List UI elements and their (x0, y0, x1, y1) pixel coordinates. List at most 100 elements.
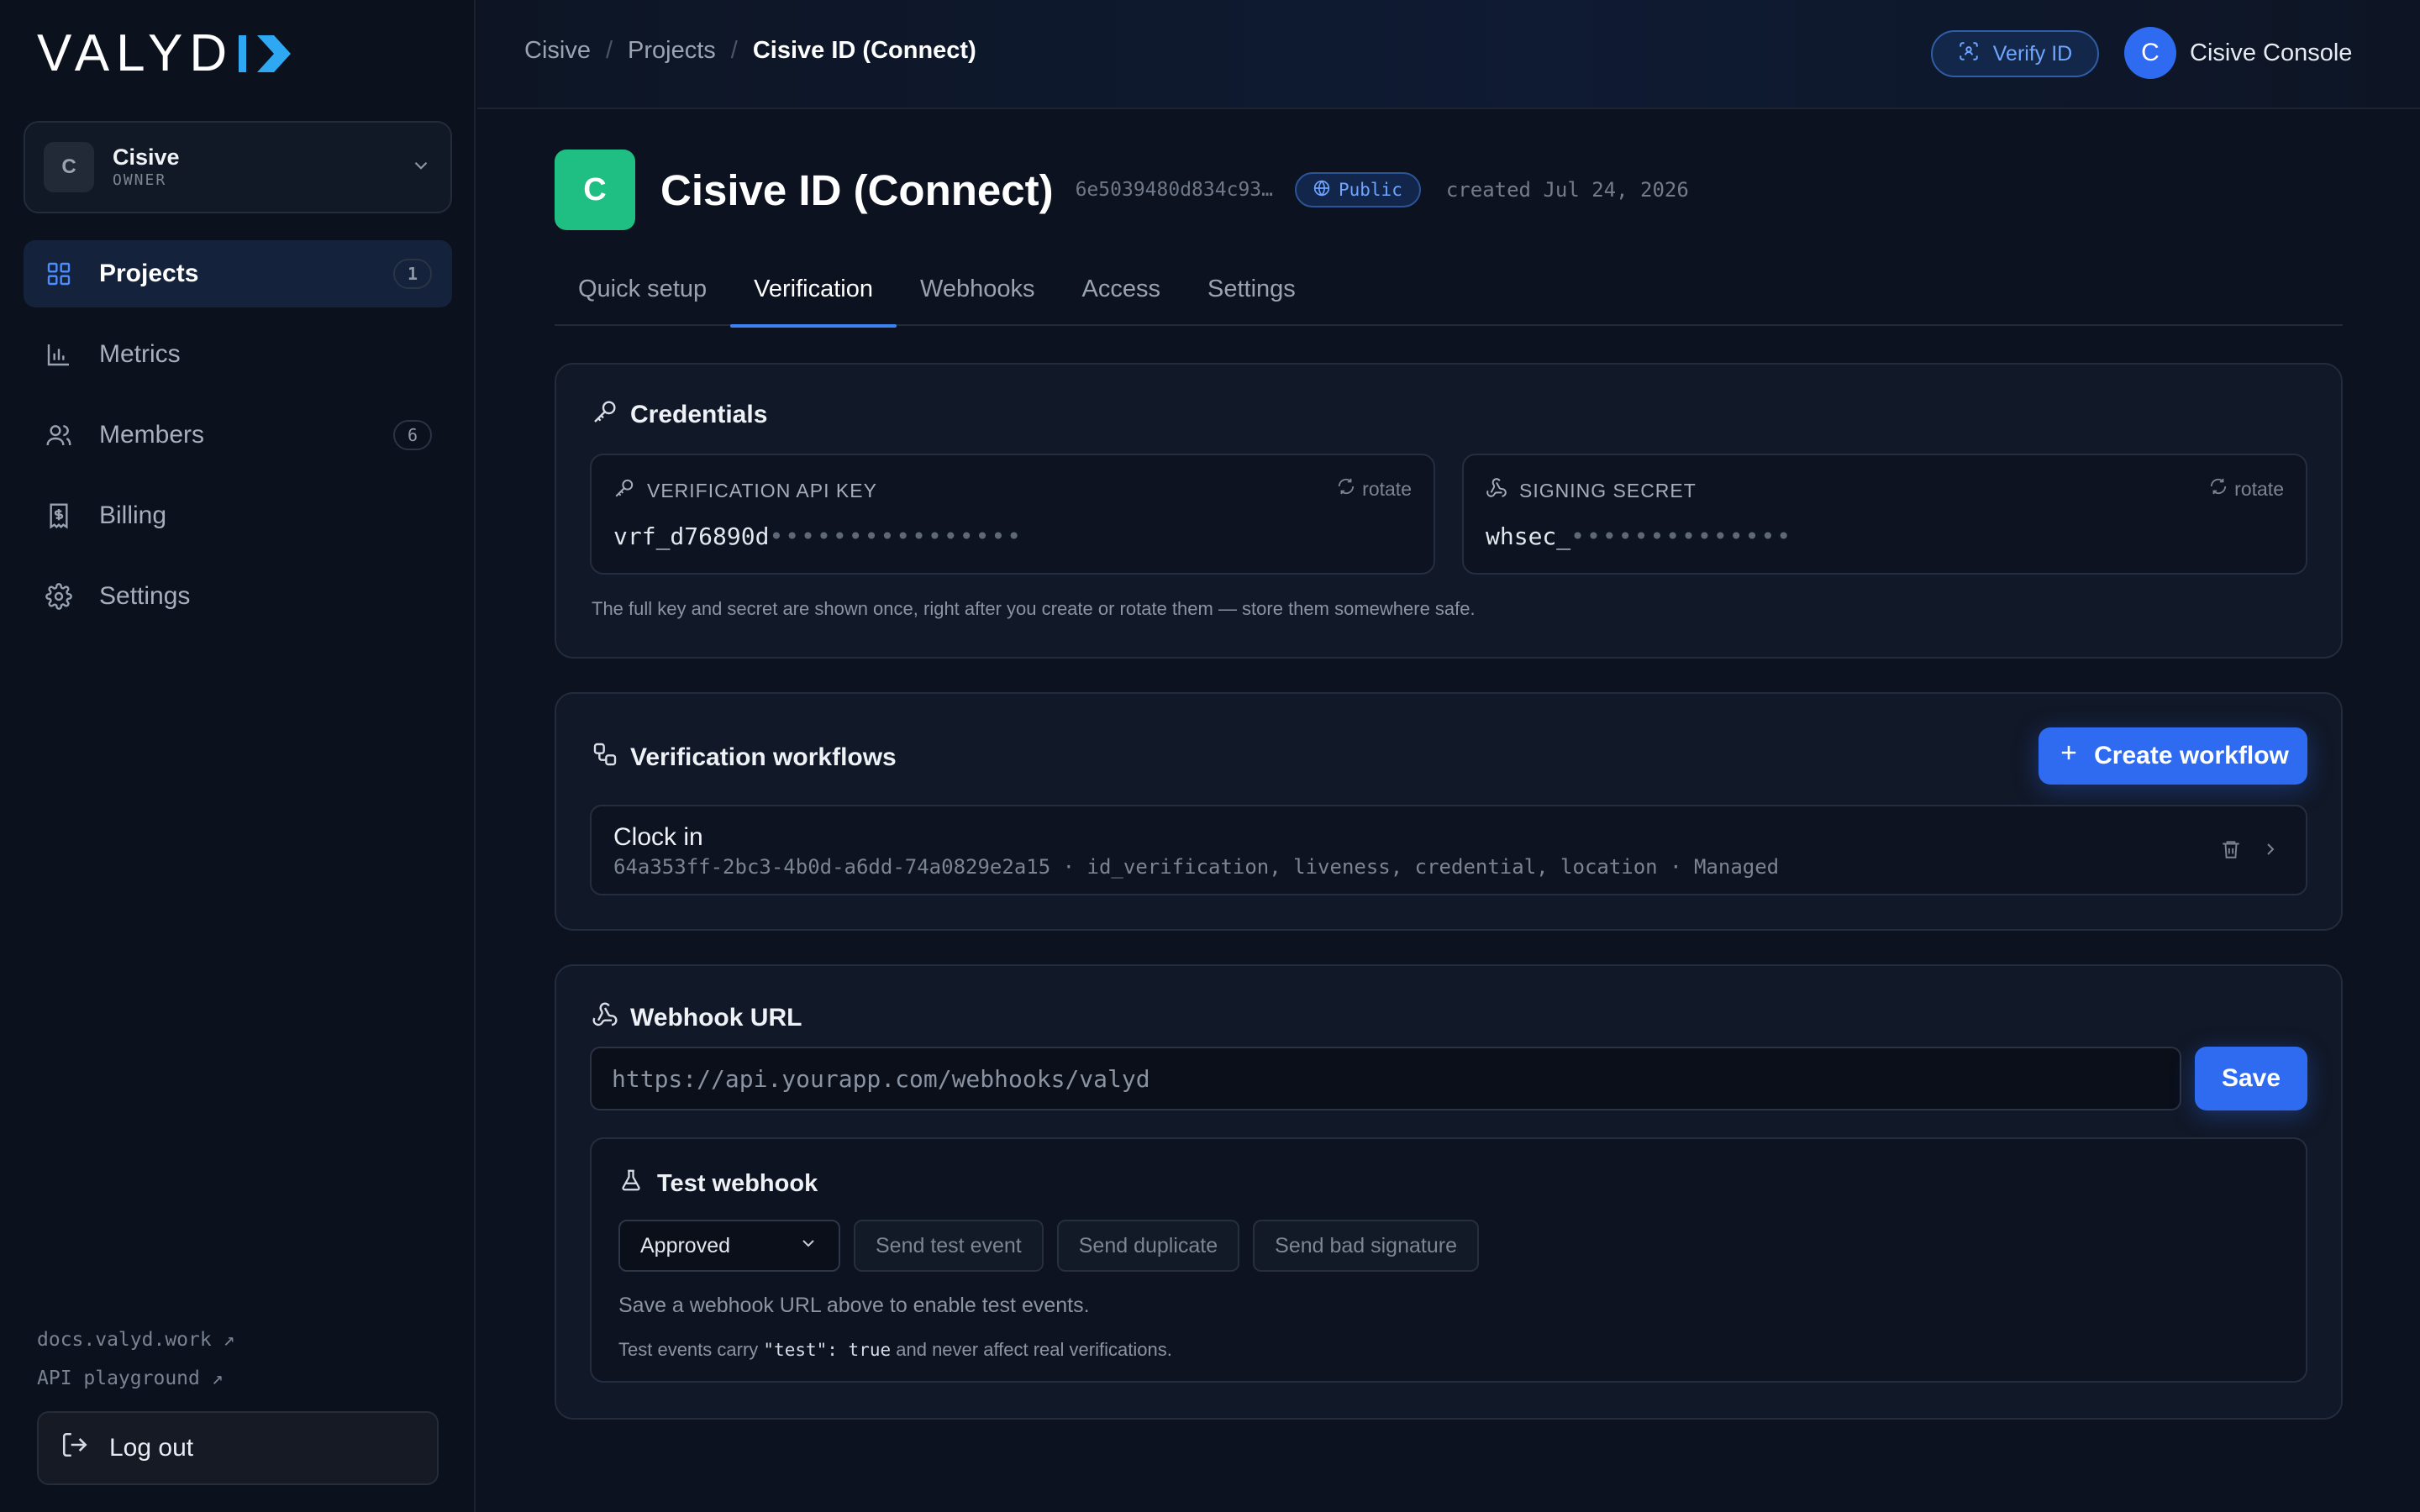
tab-webhooks[interactable]: Webhooks (897, 267, 1059, 326)
grid-icon (44, 259, 74, 289)
note-prefix: Test events carry (618, 1339, 759, 1360)
project-avatar: C (555, 150, 635, 230)
breadcrumb-projects[interactable]: Projects (628, 37, 716, 65)
workflows-card: Verification workflows Create workflow C… (555, 692, 2343, 931)
trash-icon[interactable] (2220, 838, 2242, 860)
credentials-title: Credentials (630, 401, 768, 428)
logout-icon (60, 1431, 89, 1466)
test-webhook-panel: Test webhook Approved Send test event Se… (590, 1137, 2307, 1383)
sidebar-links: docs.valyd.work ↗ API playground ↗ (37, 1320, 234, 1398)
org-switcher[interactable]: C Cisive OWNER (24, 121, 452, 213)
test-webhook-hint: Save a webhook URL above to enable test … (618, 1294, 1090, 1317)
api-playground-link[interactable]: API playground ↗ (37, 1359, 234, 1398)
webhook-url-input[interactable] (590, 1047, 2181, 1110)
scan-icon (1958, 40, 1980, 68)
breadcrumb-separator: / (605, 37, 613, 64)
members-count-badge: 6 (393, 420, 432, 450)
workflows-heading: Verification workflows (592, 741, 897, 774)
signing-secret-label: SIGNING SECRET (1486, 477, 1697, 504)
org-name: Cisive (113, 144, 180, 170)
bar-chart-icon (44, 339, 74, 370)
signing-secret-box: SIGNING SECRET rotate whsec_••••••••••••… (1462, 454, 2307, 575)
breadcrumb-current: Cisive ID (Connect) (752, 37, 976, 64)
event-type-select[interactable]: Approved (618, 1220, 840, 1272)
api-key-box: VERIFICATION API KEY rotate vrf_d76890d•… (590, 454, 1435, 575)
test-webhook-heading: Test webhook (618, 1168, 818, 1200)
logo-wordmark: VALYD (37, 24, 234, 82)
tab-access[interactable]: Access (1059, 267, 1184, 326)
rotate-label: rotate (1362, 477, 1412, 500)
logo-id-mark-icon (239, 32, 292, 76)
globe-icon (1313, 179, 1330, 201)
sidebar-item-billing[interactable]: Billing (24, 482, 452, 549)
sidebar-nav: Projects 1 Metrics Members 6 Billing Set… (24, 240, 452, 643)
project-tabs: Quick setup Verification Webhooks Access… (555, 267, 2343, 328)
api-key-prefix: vrf_d76890d (613, 522, 770, 550)
workflow-icon (592, 741, 618, 774)
note-code: "test": true (763, 1340, 892, 1360)
receipt-dollar-icon (44, 501, 74, 531)
chevron-down-icon (410, 155, 432, 181)
rotate-signing-secret-button[interactable]: rotate (2209, 477, 2284, 501)
test-webhook-title: Test webhook (657, 1169, 818, 1197)
refresh-icon (1337, 477, 1355, 501)
docs-link[interactable]: docs.valyd.work ↗ (37, 1320, 234, 1359)
visibility-label: Public (1338, 180, 1402, 200)
signing-secret-mask: •••••••••••••• (1570, 522, 1793, 550)
create-workflow-button[interactable]: Create workflow (2039, 727, 2307, 785)
sidebar-item-label: Billing (99, 501, 167, 529)
webhook-icon (1486, 477, 1507, 504)
signing-secret-prefix: whsec_ (1486, 522, 1571, 550)
breadcrumb-org[interactable]: Cisive (524, 37, 591, 65)
create-workflow-label: Create workflow (2094, 742, 2289, 769)
rotate-api-key-button[interactable]: rotate (1337, 477, 1412, 501)
sidebar: VALYD C Cisive OWNER Projects 1 Metrics … (0, 0, 476, 1512)
credentials-heading: Credentials (592, 398, 767, 432)
tab-quick-setup[interactable]: Quick setup (555, 267, 730, 326)
breadcrumb-separator: / (730, 37, 738, 64)
org-avatar: C (44, 142, 94, 192)
avatar: C (2124, 27, 2176, 79)
test-webhook-note: Test events carry "test": true and never… (618, 1339, 1172, 1361)
sidebar-item-projects[interactable]: Projects 1 (24, 240, 452, 307)
project-header: C Cisive ID (Connect) 6e5039480d834c93… … (555, 150, 2344, 230)
user-name: Cisive Console (2190, 39, 2353, 66)
org-role: OWNER (113, 171, 167, 189)
top-bar: Cisive / Projects / Cisive ID (Connect) … (477, 0, 2420, 109)
signing-secret-value: whsec_•••••••••••••• (1486, 522, 1792, 550)
credentials-note: The full key and secret are shown once, … (592, 598, 1476, 619)
sidebar-item-label: Metrics (99, 340, 181, 368)
send-test-event-button[interactable]: Send test event (854, 1220, 1044, 1272)
verify-id-label: Verify ID (1992, 41, 2073, 66)
webhook-heading: Webhook URL (592, 1001, 802, 1035)
chevron-right-icon (2260, 839, 2281, 859)
list-item[interactable]: Clock in 64a353ff-2bc3-4b0d-a6dd-74a0829… (590, 805, 2307, 895)
sidebar-item-metrics[interactable]: Metrics (24, 321, 452, 388)
project-id[interactable]: 6e5039480d834c93… (1076, 179, 1273, 201)
chevron-down-icon (798, 1233, 818, 1259)
sidebar-item-settings[interactable]: Settings (24, 563, 452, 630)
rotate-label: rotate (2234, 477, 2284, 500)
sidebar-item-members[interactable]: Members 6 (24, 402, 452, 469)
send-bad-signature-button[interactable]: Send bad signature (1253, 1220, 1479, 1272)
send-duplicate-button[interactable]: Send duplicate (1056, 1220, 1240, 1272)
gear-icon (44, 581, 74, 612)
visibility-badge: Public (1294, 172, 1421, 207)
api-key-label: VERIFICATION API KEY (613, 477, 877, 504)
logout-button[interactable]: Log out (37, 1411, 439, 1485)
projects-count-badge: 1 (393, 259, 432, 289)
api-key-value: vrf_d76890d•••••••••••••••• (613, 522, 1023, 550)
user-menu[interactable]: C Cisive Console (2124, 27, 2352, 79)
verify-id-button[interactable]: Verify ID (1931, 30, 2099, 77)
page-title: Cisive ID (Connect) (660, 165, 1054, 214)
save-button[interactable]: Save (2195, 1047, 2307, 1110)
webhook-icon (592, 1001, 618, 1035)
workflow-name: Clock in (613, 823, 703, 851)
valyd-logo[interactable]: VALYD (37, 24, 292, 82)
workflows-title: Verification workflows (630, 743, 897, 771)
sidebar-item-label: Projects (99, 260, 199, 287)
tab-settings[interactable]: Settings (1184, 267, 1319, 326)
tab-verification[interactable]: Verification (730, 267, 897, 328)
webhook-title: Webhook URL (630, 1004, 802, 1032)
created-date: created Jul 24, 2026 (1445, 178, 1689, 202)
